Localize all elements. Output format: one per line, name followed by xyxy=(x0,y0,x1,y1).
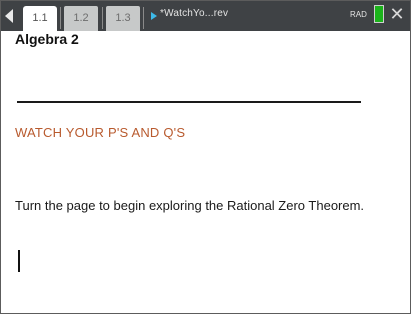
tab-divider xyxy=(60,7,61,29)
chevron-left-icon[interactable] xyxy=(5,9,13,23)
body-text: Turn the page to begin exploring the Rat… xyxy=(15,198,365,213)
tab-label: 1.3 xyxy=(115,12,131,24)
tab-1-1[interactable]: 1.1 xyxy=(23,6,57,31)
divider-line xyxy=(17,101,361,103)
tab-divider xyxy=(143,7,144,29)
page-subtitle: WATCH YOUR P'S AND Q'S xyxy=(15,125,186,140)
app-window: 1.1 1.2 1.3 *WatchYo...rev RAD ✕ Algebra… xyxy=(0,0,411,314)
notes-page[interactable] xyxy=(1,31,410,313)
text-cursor xyxy=(18,250,20,272)
tab-label: 1.2 xyxy=(73,12,89,24)
tab-bar: 1.1 1.2 1.3 *WatchYo...rev RAD ✕ xyxy=(1,1,410,31)
tab-1-2[interactable]: 1.2 xyxy=(64,6,98,31)
triangle-right-icon xyxy=(151,12,157,20)
document-title[interactable]: *WatchYo...rev xyxy=(160,8,228,19)
tab-label: 1.1 xyxy=(32,12,48,24)
tab-divider xyxy=(102,7,103,29)
angle-mode-label: RAD xyxy=(350,10,367,19)
close-icon[interactable]: ✕ xyxy=(388,4,406,24)
battery-icon xyxy=(374,5,384,23)
tab-1-3[interactable]: 1.3 xyxy=(106,6,140,31)
page-heading: Algebra 2 xyxy=(15,31,79,47)
